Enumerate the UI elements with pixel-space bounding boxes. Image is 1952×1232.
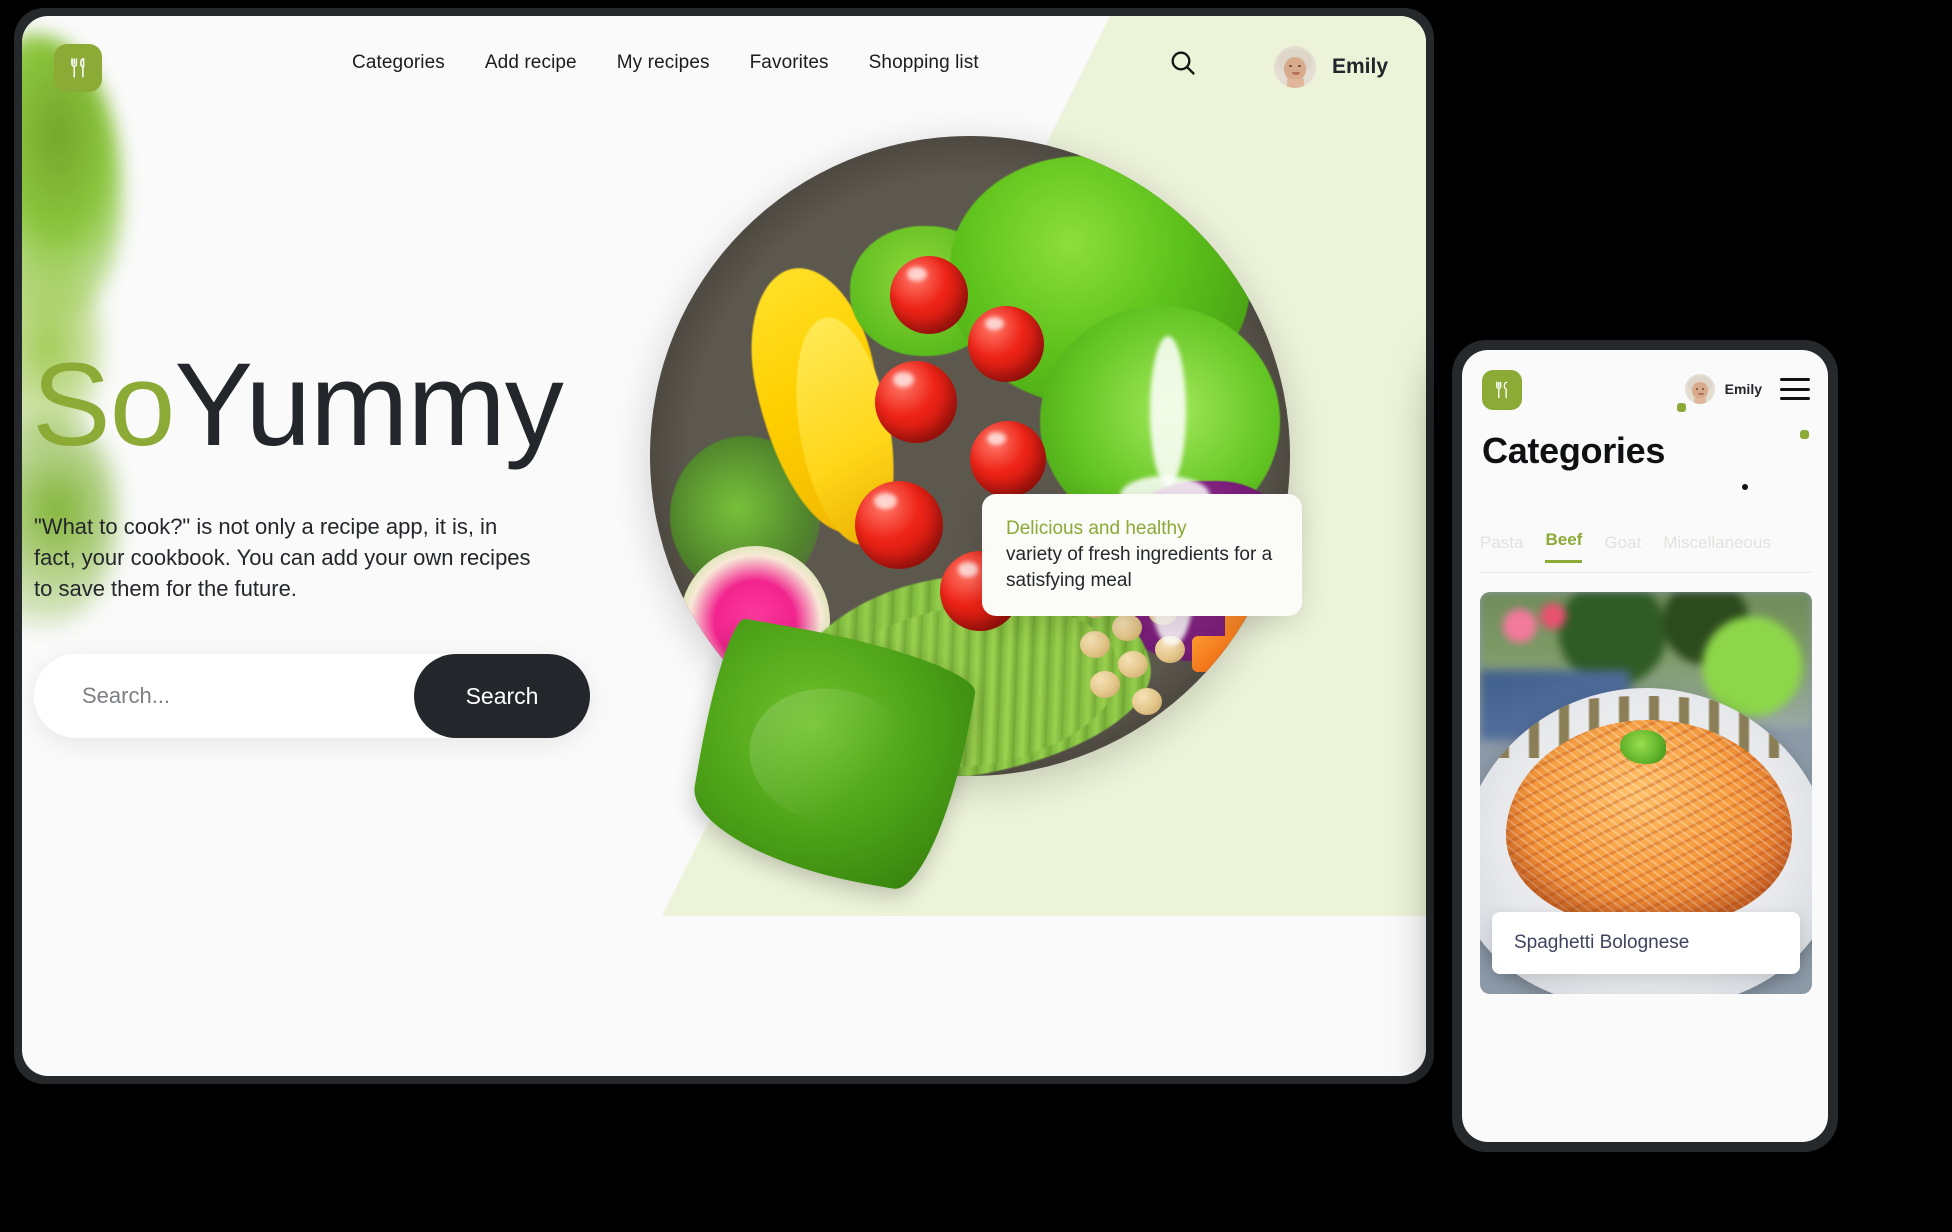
page-title: SoYummy	[32, 346, 564, 464]
category-tabs: Pasta Beef Goat Miscellaneous	[1480, 530, 1810, 563]
mobile-page-title: Categories	[1482, 430, 1666, 471]
promo-card: Delicious and healthy variety of fresh i…	[982, 494, 1302, 616]
promo-card-line-1: variety of fresh ingredients for a	[1006, 544, 1273, 566]
recipe-card[interactable]: Spaghetti Bolognese	[1480, 592, 1812, 994]
screenshot-stage: Categories Add recipe My recipes Favorit…	[0, 0, 1952, 1232]
avatar	[1684, 374, 1715, 404]
decorative-dot-green	[1800, 430, 1809, 439]
nav-item-categories[interactable]: Categories	[352, 52, 445, 74]
tab-goat[interactable]: Goat	[1604, 533, 1641, 563]
mobile-user-profile-button[interactable]: Emily	[1684, 374, 1762, 404]
recipe-photo-basil-garnish	[1620, 730, 1666, 764]
logo-button[interactable]	[54, 44, 102, 92]
decorative-dot-green	[1677, 403, 1686, 412]
desktop-header: Categories Add recipe My recipes Favorit…	[22, 16, 1426, 108]
search-button[interactable]: Search	[414, 654, 590, 738]
tabs-divider	[1480, 572, 1812, 573]
search-bar: Search	[34, 654, 590, 738]
user-profile-button[interactable]: Emily	[1273, 46, 1388, 88]
nav-item-favorites[interactable]: Favorites	[750, 52, 829, 74]
fork-and-knife-icon	[71, 58, 85, 78]
desktop-window: Categories Add recipe My recipes Favorit…	[22, 16, 1426, 1076]
fork-and-knife-icon	[1496, 381, 1508, 399]
nav-item-shopping-list[interactable]: Shopping list	[869, 52, 979, 74]
mobile-user-name: Emily	[1724, 381, 1762, 397]
user-name: Emily	[1331, 55, 1388, 78]
nav-item-add-recipe[interactable]: Add recipe	[485, 52, 577, 74]
mobile-logo-button[interactable]	[1482, 370, 1522, 410]
promo-card-line-2: satisfying meal	[1006, 570, 1132, 592]
hamburger-menu-icon[interactable]	[1780, 378, 1810, 400]
brand-name-yummy: Yummy	[174, 339, 563, 471]
avatar	[1273, 46, 1316, 88]
search-input[interactable]	[82, 683, 382, 709]
promo-card-headline: Delicious and healthy	[1006, 518, 1187, 539]
mobile-window: Emily Categories Pasta Beef Goat Miscell…	[1462, 350, 1828, 1142]
hero-description: "What to cook?" is not only a recipe app…	[34, 514, 531, 602]
tab-miscellaneous[interactable]: Miscellaneous	[1663, 533, 1771, 563]
decorative-dot-dark	[1742, 484, 1748, 490]
recipe-title-chip: Spaghetti Bolognese	[1492, 912, 1800, 974]
mobile-header: Emily	[1462, 350, 1828, 426]
desktop-nav: Categories Add recipe My recipes Favorit…	[352, 52, 979, 74]
tab-beef[interactable]: Beef	[1545, 530, 1583, 563]
recipe-title: Spaghetti Bolognese	[1514, 932, 1690, 953]
tab-pasta[interactable]: Pasta	[1480, 533, 1523, 563]
search-icon[interactable]	[1168, 48, 1198, 83]
nav-item-my-recipes[interactable]: My recipes	[617, 52, 710, 74]
brand-name-so: So	[32, 339, 175, 471]
